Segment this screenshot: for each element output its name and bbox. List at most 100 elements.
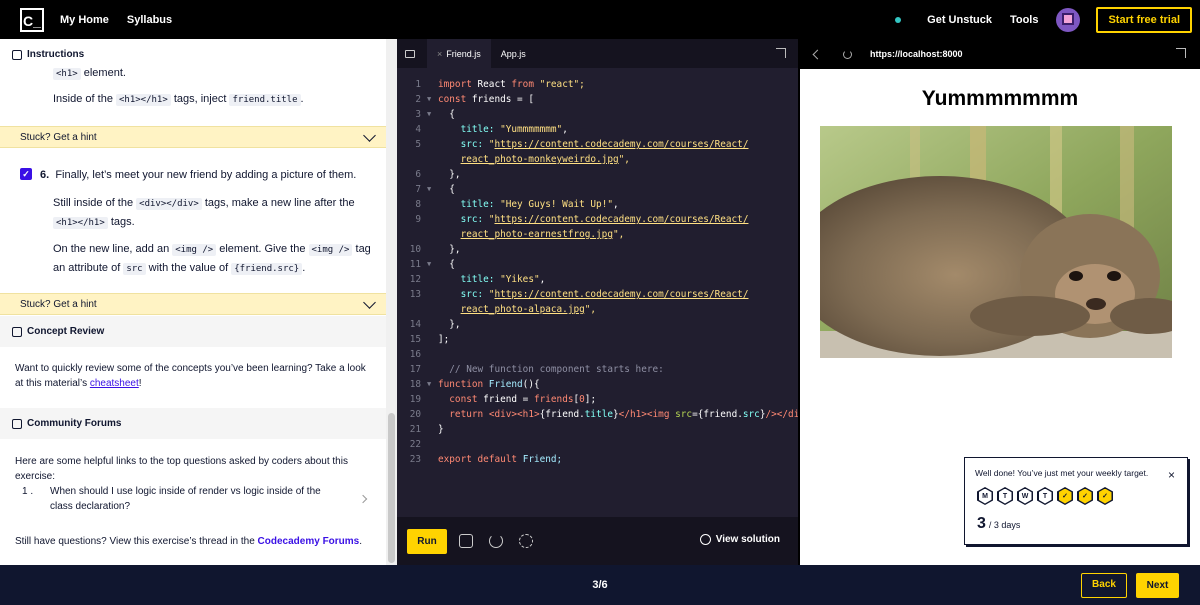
text: Still inside of the [53,197,137,209]
close-tab-icon[interactable]: × [437,49,442,59]
inline-code: <img /> [308,244,353,256]
line-number: 20 [409,409,421,420]
text: element. Give the [216,243,309,255]
day-badge: T [997,487,1013,505]
fold-icon[interactable]: ▼ [427,107,431,122]
code-line: react_photo-monkeyweirdo.jpg", [397,152,798,167]
chevron-right-icon [358,494,368,504]
text: tags. [107,216,135,228]
code-line: 23 export default Friend; [397,452,798,467]
inline-code: <h1> [53,68,81,80]
copy-to-clipboard-icon[interactable] [459,534,473,548]
hint-label: Stuck? Get a hint [20,131,97,143]
code-line: react_photo-alpaca.jpg", [397,302,798,317]
fold-icon[interactable]: ▼ [427,182,431,197]
exercise-progress[interactable]: 3/6 [0,579,1200,591]
code-line: 1 import React from "react"; [397,77,798,92]
next-button[interactable]: Next [1136,573,1179,598]
back-button[interactable]: Back [1081,573,1127,598]
line-number: 21 [409,424,421,435]
editor-tabs: × Friend.js App.js [397,39,798,68]
fold-icon[interactable]: ▼ [427,92,431,107]
forum-question-link[interactable]: When should I use logic inside of render… [50,484,340,514]
concept-review-header: Concept Review [0,316,386,347]
text: . [359,536,363,547]
tab-friend-js[interactable]: × Friend.js [427,39,491,68]
tools-button[interactable]: Tools [1010,14,1039,26]
fold-icon[interactable]: ▼ [427,377,431,392]
hint-toggle-2[interactable]: Stuck? Get a hint [0,293,386,315]
browser-url[interactable]: https://localhost:8000 [870,49,963,59]
run-button[interactable]: Run [407,529,447,554]
text: Still have questions? View this exercise… [15,536,258,547]
rendered-heading: Yummmmmmm [921,87,1079,110]
bug-report-icon[interactable] [519,534,533,548]
user-avatar[interactable] [1056,7,1081,32]
line-number: 22 [409,439,421,450]
back-arrow-icon[interactable] [812,49,823,59]
cheatsheet-link[interactable]: cheatsheet [90,378,139,389]
folder-icon[interactable] [405,49,415,58]
instructions-scrollbar[interactable] [388,413,395,563]
text: tags, inject [170,93,230,105]
step-6-title: 6. Finally, let’s meet your new friend b… [40,166,370,184]
expand-editor-icon[interactable] [776,48,786,58]
code-area[interactable]: 1 import React from "react"; 2 ▼ const frie… [397,77,811,467]
tab-app-js[interactable]: App.js [491,39,536,68]
code-line: 15]; [397,332,798,347]
hint-toggle-1[interactable]: Stuck? Get a hint [0,126,386,148]
line-number: 18 [409,379,421,390]
codecademy-logo[interactable]: C_ [20,7,44,32]
partial-step-text: <h1> element. [53,64,126,83]
step-6-paragraph-2: On the new line, add an <img /> element.… [53,240,371,278]
code-editor[interactable]: × Friend.js App.js 1 import React from "re… [397,39,811,565]
code-text: { [438,184,455,195]
inject-text: Inside of the <h1></h1> tags, inject fri… [53,90,304,109]
code-line: 18 ▼ function Friend(){ [397,377,798,392]
nav-my-home[interactable]: My Home [60,14,109,26]
code-text: }, [438,319,461,330]
step-6-paragraph-1: Still inside of the <div></div> tags, ma… [53,194,363,232]
code-text: } [438,424,444,435]
code-text: return <div><h1>{friend.title}</h1><img … [438,409,811,420]
code-line: 11 ▼ { [397,257,798,272]
day-badge-complete: ✓ [1097,487,1113,505]
reset-code-icon[interactable] [489,534,503,548]
community-forums-header: Community Forums [0,408,386,439]
line-number: 7 [415,184,421,195]
start-free-trial-button[interactable]: Start free trial [1096,6,1192,33]
line-number: 1 [415,79,421,90]
text: Want to quickly review some of the conce… [15,363,366,389]
refresh-icon[interactable] [843,49,852,59]
line-number: 8 [415,199,421,210]
toast-message: Well done! You’ve just met your weekly t… [975,468,1149,478]
streak-count: 3/ 3 days [977,515,1020,533]
streak-suffix: / 3 days [988,520,1021,530]
tab-label: Friend.js [446,48,481,59]
code-text: title: "Hey Guys! Wait Up!", [438,199,619,210]
code-text: const friends = [ [438,94,534,105]
text: Inside of the [53,93,116,105]
nav-syllabus[interactable]: Syllabus [127,14,172,26]
code-text: title: "Yummmmmmm", [438,124,568,135]
step-complete-checkbox[interactable]: ✓ [20,168,32,180]
fold-icon[interactable]: ▼ [427,257,431,272]
codecademy-forums-link[interactable]: Codecademy Forums [258,536,360,547]
code-text: src: "https://content.codecademy.com/cou… [438,214,749,225]
expand-browser-icon[interactable] [1176,48,1186,58]
editor-action-bar: Run View solution [397,517,798,565]
friend-photo [820,126,1172,358]
code-text: react_photo-monkeyweirdo.jpg", [460,154,630,165]
close-icon[interactable]: × [1168,468,1175,482]
view-solution-button[interactable]: View solution [699,534,780,545]
step-text: element. [80,67,126,79]
get-unstuck-button[interactable]: Get Unstuck [927,14,992,26]
code-line: 5 src: "https://content.codecademy.com/c… [397,137,798,152]
code-line: 4 title: "Yummmmmmm", [397,122,798,137]
concept-review-title: Concept Review [27,326,105,337]
code-text: ]; [438,334,450,345]
chat-icon [12,418,22,429]
text: . [302,262,306,274]
inline-code: <img /> [172,244,217,256]
line-number: 2 [415,94,421,105]
